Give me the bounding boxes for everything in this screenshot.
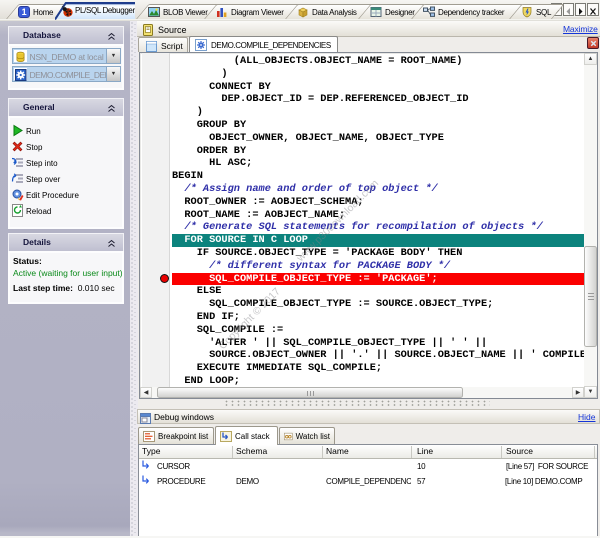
svg-text:1: 1 [21, 7, 26, 17]
